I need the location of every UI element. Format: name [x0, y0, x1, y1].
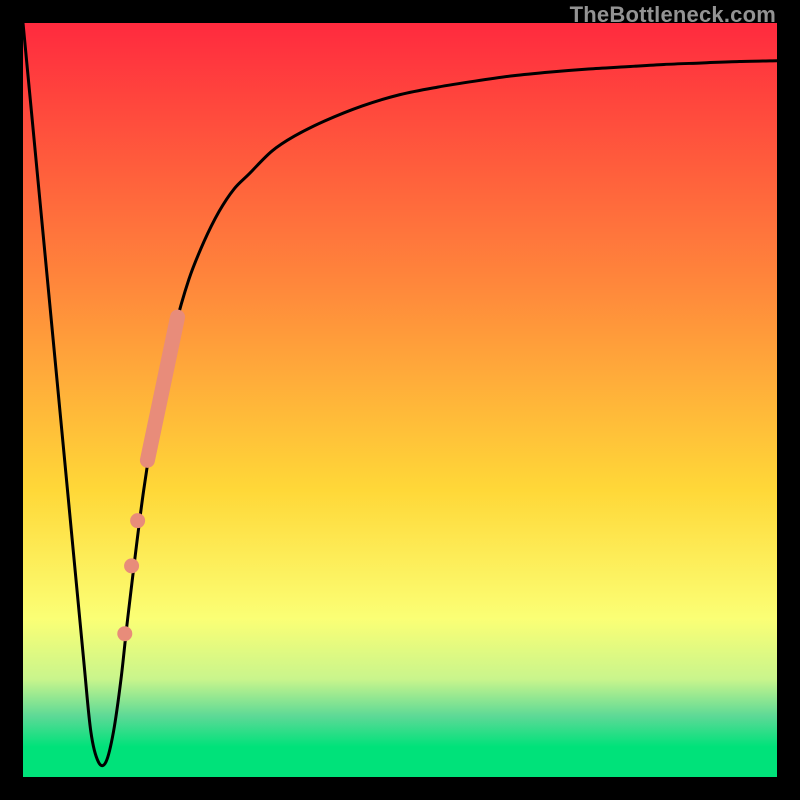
marker-dot — [117, 626, 132, 641]
plot-svg — [23, 23, 777, 777]
marker-dot — [124, 558, 139, 573]
gradient-background — [23, 23, 777, 777]
watermark-text: TheBottleneck.com — [570, 2, 776, 28]
chart-frame: TheBottleneck.com — [0, 0, 800, 800]
plot-area — [23, 23, 777, 777]
marker-dot — [130, 513, 145, 528]
